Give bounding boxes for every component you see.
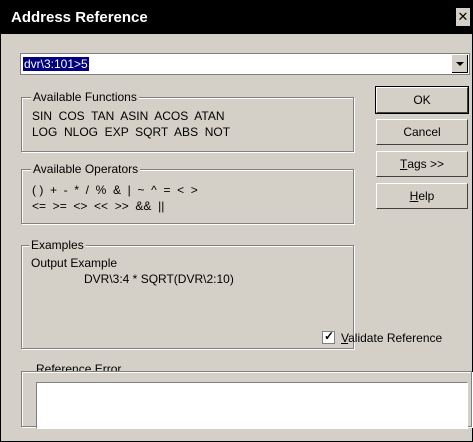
title-bar: Address Reference ✕ [1,1,472,34]
reference-error-field [36,382,468,429]
close-icon[interactable]: ✕ [456,8,470,26]
functions-line-2: LOG NLOG EXP SQRT ABS NOT [32,125,231,139]
help-button-label: Help [410,189,435,203]
ok-button[interactable]: OK [375,86,469,114]
dropdown-button[interactable] [452,55,468,73]
operators-line-2: <= >= <> << >> && || [32,199,165,213]
functions-line-1: SIN COS TAN ASIN ACOS ATAN [32,109,225,123]
validate-label-rest: alidate Reference [348,331,443,345]
tags-label-rest: ags >> [407,157,445,171]
examples-group: Examples Output Example DVR\3:4 * SQRT(D… [21,238,354,349]
chevron-down-icon [456,62,464,66]
validate-reference-checkbox[interactable]: ✓ [322,329,335,344]
dialog-title: Address Reference [11,9,148,26]
address-input-value[interactable]: dvr\3:101>5 [23,57,89,71]
available-functions-label: Available Functions [31,90,139,104]
available-functions-group: Available Functions SIN COS TAN ASIN ACO… [21,90,354,152]
operators-line-1: ( ) + - * / % & | ~ ^ = < > [32,183,198,197]
validate-reference-label[interactable]: Validate Reference [341,331,442,345]
tags-button[interactable]: Tags >> [376,151,468,177]
tags-button-label: Tags >> [400,157,444,171]
examples-label: Examples [29,238,86,252]
available-operators-label: Available Operators [31,162,141,176]
available-operators-group: Available Operators ( ) + - * / % & | ~ … [21,162,354,224]
help-accelerator: H [409,189,419,203]
cancel-button-label: Cancel [403,125,441,139]
help-button[interactable]: Help [376,183,468,209]
checkmark-icon: ✓ [324,329,335,343]
cancel-button[interactable]: Cancel [376,119,468,145]
examples-line-1: Output Example [31,256,118,270]
ok-button-label: OK [413,93,431,107]
help-label-rest: elp [418,189,435,203]
address-reference-dialog: Address Reference ✕ dvr\3:101>5 Availabl… [0,0,473,442]
tags-accelerator: T [399,157,408,171]
examples-line-2: DVR\3:4 * SQRT(DVR\2:10) [84,272,234,286]
address-combobox[interactable]: dvr\3:101>5 [20,53,470,75]
